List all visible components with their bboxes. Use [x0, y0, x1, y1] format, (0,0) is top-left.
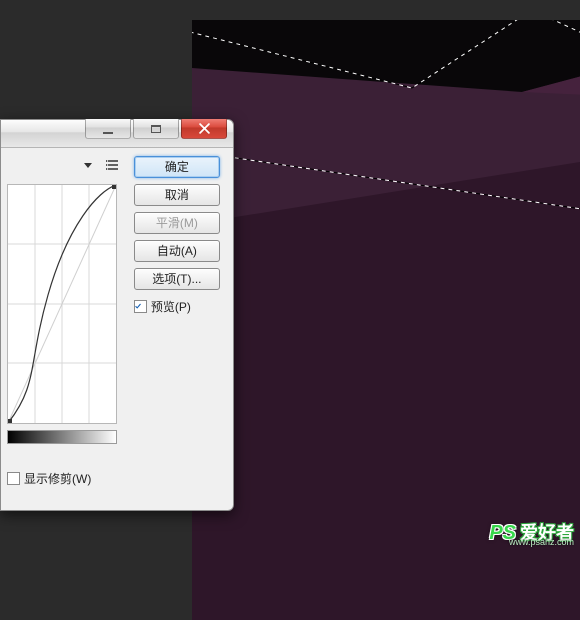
- maximize-icon: [151, 125, 161, 133]
- cancel-button[interactable]: 取消: [134, 184, 220, 206]
- preset-menu-button[interactable]: [102, 156, 124, 174]
- preview-checkbox[interactable]: [134, 300, 147, 313]
- ok-button[interactable]: 确定: [134, 156, 220, 178]
- preview-label: 预览(P): [151, 298, 191, 315]
- dropdown-caret-icon: [84, 163, 92, 168]
- preset-dropdown[interactable]: [80, 157, 96, 173]
- dialog-titlebar[interactable]: [1, 120, 233, 148]
- dialog-right-panel: 确定 取消 平滑(M) 自动(A) 选项(T)... 预览(P): [130, 148, 233, 510]
- curves-dialog: 显示修剪(W) 确定 取消 平滑(M) 自动(A) 选项(T)... 预览(P): [0, 119, 234, 511]
- curves-graph[interactable]: [7, 184, 117, 424]
- show-clipping-checkbox[interactable]: [7, 472, 20, 485]
- show-clipping-label: 显示修剪(W): [24, 470, 91, 487]
- maximize-button[interactable]: [133, 119, 179, 139]
- smooth-button[interactable]: 平滑(M): [134, 212, 220, 234]
- minimize-button[interactable]: [85, 119, 131, 139]
- editor-canvas[interactable]: [176, 0, 580, 551]
- auto-button[interactable]: 自动(A): [134, 240, 220, 262]
- preview-row: 预览(P): [134, 298, 223, 315]
- dialog-left-panel: 显示修剪(W): [1, 148, 130, 510]
- options-button[interactable]: 选项(T)...: [134, 268, 220, 290]
- show-clipping-row: 显示修剪(W): [7, 470, 124, 487]
- close-button[interactable]: [181, 119, 227, 139]
- input-gradient[interactable]: [7, 430, 117, 444]
- minimize-icon: [103, 132, 113, 134]
- check-icon: [135, 301, 141, 312]
- close-icon: [199, 123, 210, 134]
- preset-menu-icon: [106, 159, 120, 171]
